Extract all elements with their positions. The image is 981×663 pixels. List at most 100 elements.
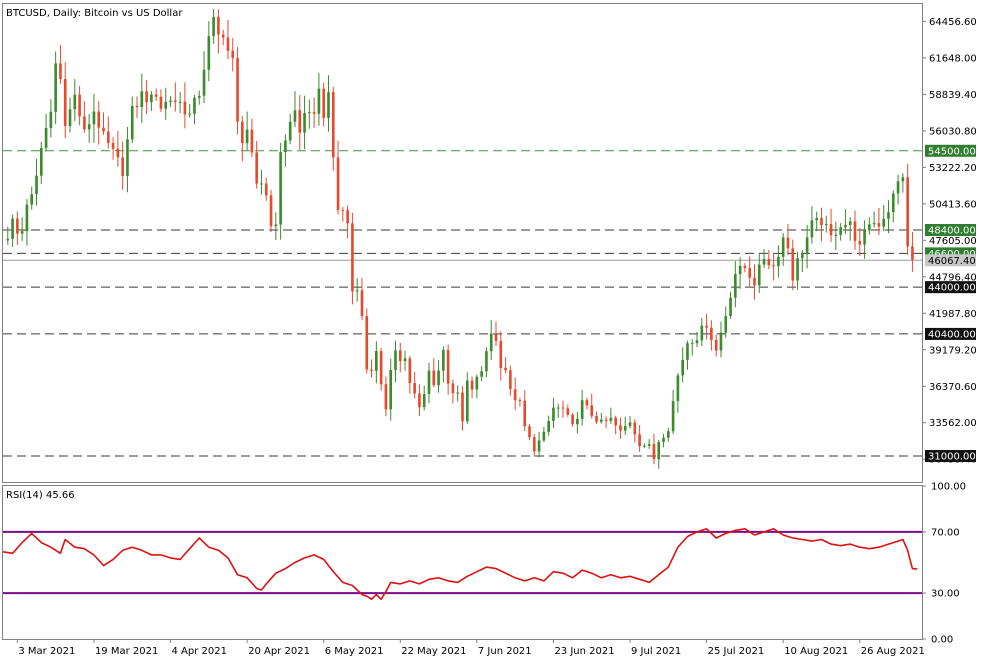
candle-body <box>480 371 483 377</box>
candle-body <box>528 426 531 438</box>
price-tick-label: 53222.20 <box>929 163 977 174</box>
candle-body <box>87 124 91 130</box>
candle-body <box>542 431 546 441</box>
candle-body <box>695 340 699 344</box>
candle-body <box>312 112 316 114</box>
candle-body <box>202 69 206 96</box>
time-tick-label: 3 Mar 2021 <box>18 646 75 657</box>
time-tick-label: 9 Jul 2021 <box>631 646 681 657</box>
candle-body <box>710 327 713 340</box>
candle-body <box>288 121 292 141</box>
current-price-tag-label: 46067.40 <box>928 256 976 267</box>
candle-body <box>303 112 306 133</box>
candle-body <box>432 370 436 386</box>
candle-body <box>657 442 661 460</box>
price-axis: 64456.60 61648.00 58839.40 56030.80 53222.20… <box>922 17 977 466</box>
candle-body <box>336 157 340 211</box>
rsi-tick-label: 0.00 <box>931 635 953 646</box>
candle-body <box>829 224 833 236</box>
level-tag-label: 48400.00 <box>928 226 976 237</box>
candle-body <box>260 183 263 185</box>
candle-body <box>485 351 488 372</box>
candle-body <box>442 350 445 371</box>
candle-body <box>743 265 747 269</box>
candle-body <box>753 277 756 286</box>
candle-body <box>322 88 326 118</box>
candle-body <box>365 316 369 370</box>
candle-body <box>896 181 900 194</box>
candle-body <box>78 94 81 117</box>
candle-body <box>92 111 96 125</box>
candle-body <box>877 223 881 227</box>
candle-body <box>97 111 101 128</box>
candle-body <box>853 221 857 241</box>
candle-body <box>628 422 632 427</box>
candle-body <box>671 401 675 432</box>
time-tick-label: 20 Apr 2021 <box>248 646 310 657</box>
candle-body <box>595 415 598 422</box>
time-tick-label: 23 Jun 2021 <box>554 646 614 657</box>
candle-body <box>212 16 215 37</box>
candle-body <box>772 265 775 267</box>
candle-body <box>408 358 412 384</box>
candle-body <box>619 425 622 431</box>
candle-body <box>844 225 847 228</box>
candle-body <box>504 367 507 371</box>
candle-body <box>6 238 10 241</box>
candle-body <box>25 204 29 232</box>
candle-body <box>700 325 704 341</box>
candle-body <box>250 129 254 153</box>
rsi-tick-label: 70.00 <box>931 527 960 538</box>
price-tick-label: 56030.80 <box>929 126 977 137</box>
candle-body <box>317 88 321 114</box>
candle-body <box>121 157 124 176</box>
candle-body <box>532 437 536 452</box>
candle-body <box>226 37 230 51</box>
candle-body <box>652 444 656 460</box>
chart-title: BTCUSD, Daily: Bitcoin vs US Dollar <box>6 8 183 19</box>
candle-body <box>499 340 503 368</box>
candle-body <box>801 254 804 259</box>
candle-body <box>815 217 819 221</box>
candle-body <box>178 101 182 103</box>
candle-body <box>609 417 613 421</box>
candle-body <box>705 325 708 328</box>
candle-body <box>781 237 785 257</box>
candle-body <box>456 392 460 394</box>
candle-body <box>308 112 311 114</box>
candle-body <box>341 210 345 212</box>
candle-body <box>863 230 866 245</box>
candle-body <box>571 414 574 425</box>
candle-body <box>446 350 450 384</box>
candle-body <box>437 370 440 386</box>
candle-body <box>346 210 349 224</box>
candle-body <box>667 431 670 438</box>
candle-body <box>762 259 766 265</box>
candle-body <box>604 419 608 421</box>
candle-body <box>719 332 723 351</box>
level-tag-label: 31000.00 <box>928 452 976 463</box>
time-tick-label: 6 May 2021 <box>325 646 384 657</box>
candle-body <box>489 333 493 352</box>
candle-body <box>734 274 737 298</box>
candle-body <box>169 100 172 102</box>
candle-body <box>872 223 876 225</box>
chart-canvas: 64456.60 61648.00 58839.40 56030.80 53222.20… <box>2 3 977 657</box>
candle-body <box>370 369 373 371</box>
candle-body <box>647 444 651 446</box>
candle-body <box>150 94 153 103</box>
candle-body <box>810 220 814 238</box>
candle-body <box>284 140 287 153</box>
time-tick-label: 26 Aug 2021 <box>861 646 925 657</box>
candle-body <box>714 339 718 351</box>
price-tick-label: 36370.60 <box>929 382 977 393</box>
time-tick-label: 7 Jun 2021 <box>478 646 532 657</box>
candle-body <box>30 194 34 205</box>
candle-body <box>274 224 278 227</box>
candle-body <box>264 183 268 196</box>
candle-body <box>394 350 397 371</box>
candle-body <box>360 290 364 317</box>
candle-body <box>748 268 752 278</box>
candle-body <box>351 223 354 292</box>
candle-body <box>20 231 24 234</box>
